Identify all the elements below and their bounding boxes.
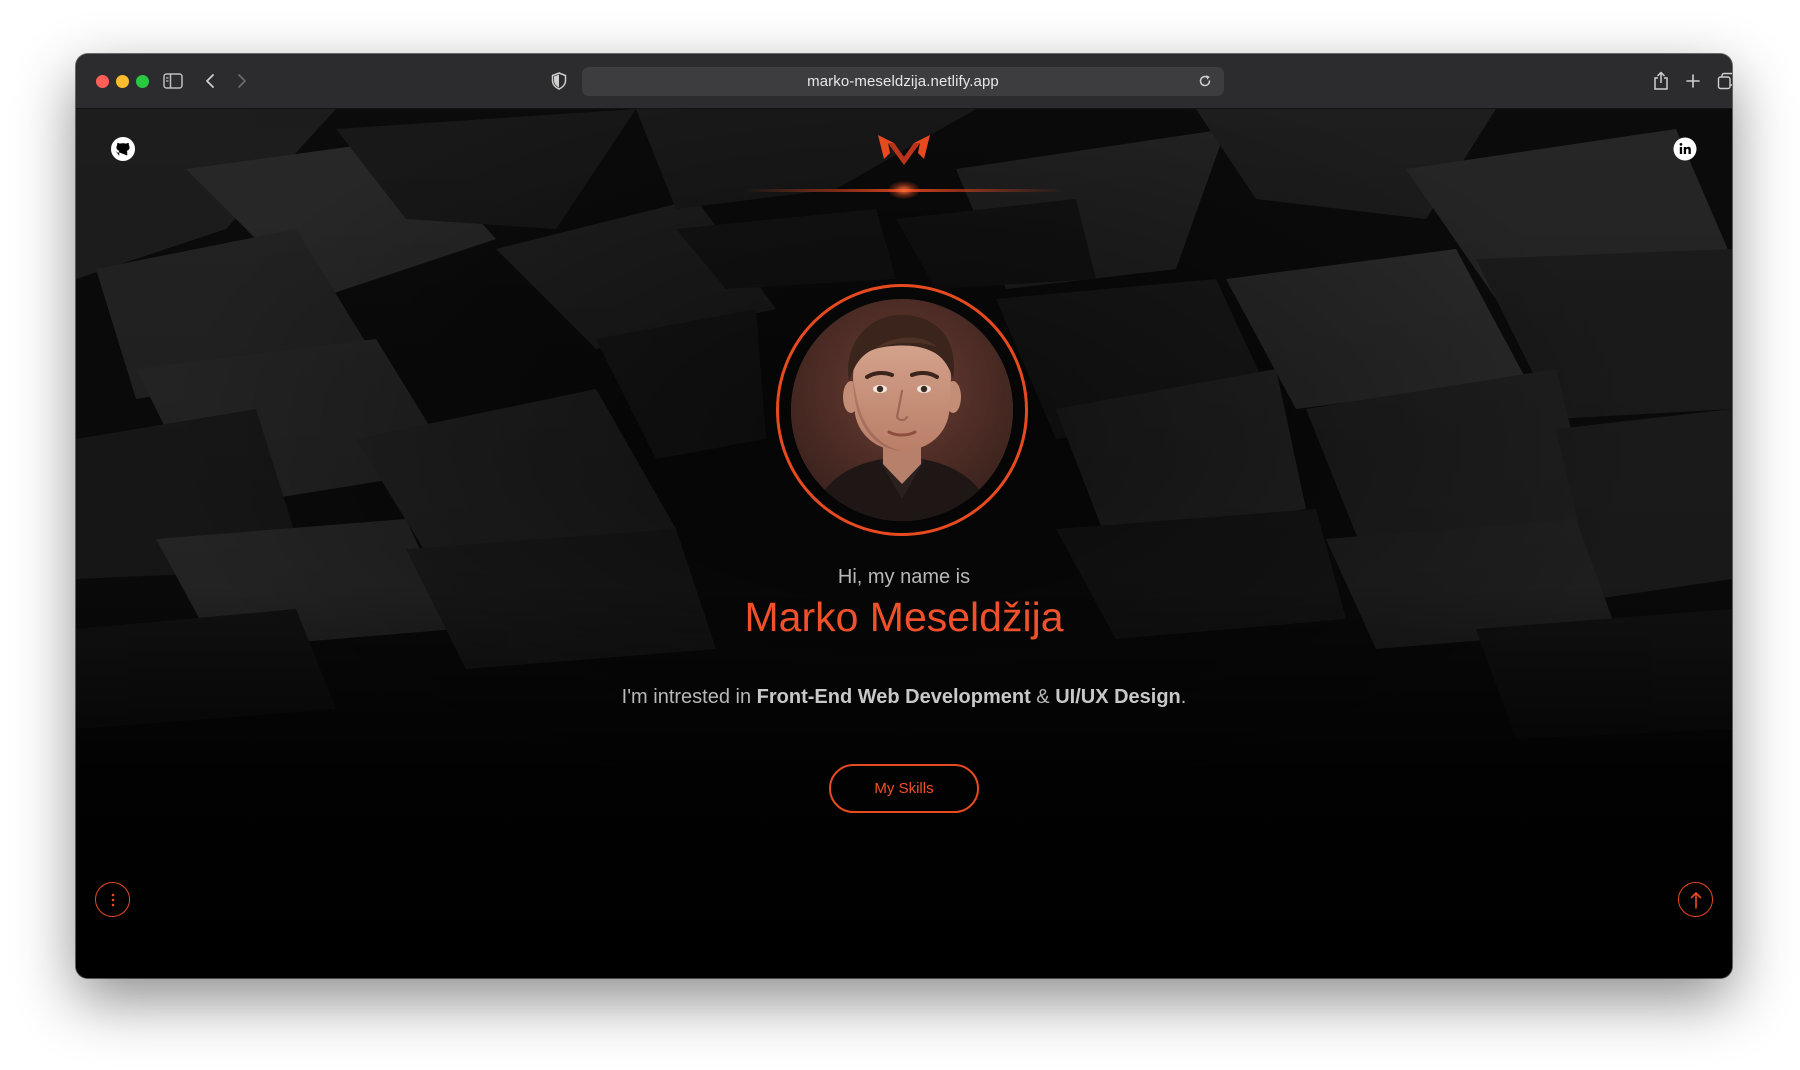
- polygon-background: [76, 109, 1732, 978]
- interest-join: &: [1030, 686, 1056, 708]
- interest-text: I'm intrested in Front-End Web Developme…: [76, 686, 1732, 709]
- zoom-window-button[interactable]: [136, 75, 149, 88]
- interest-suffix: .: [1180, 686, 1187, 708]
- vertical-dots-icon: [111, 893, 114, 906]
- reload-icon[interactable]: [1192, 69, 1218, 93]
- minimize-window-button[interactable]: [116, 75, 129, 88]
- share-icon[interactable]: [1648, 69, 1674, 93]
- linkedin-icon[interactable]: [1671, 135, 1699, 163]
- browser-toolbar: marko-meseldzija.netlify.app: [76, 54, 1732, 109]
- address-bar[interactable]: marko-meseldzija.netlify.app: [582, 67, 1224, 96]
- back-icon[interactable]: [197, 69, 223, 93]
- greeting-text: Hi, my name is: [837, 566, 971, 588]
- site-logo[interactable]: [874, 129, 934, 169]
- browser-window: marko-meseldzija.netlify.app Hi, my name…: [76, 54, 1732, 978]
- portfolio-page: Hi, my name is Marko Meseldžija I'm intr…: [76, 109, 1732, 978]
- logo-divider-glow: [888, 181, 920, 199]
- interest-ui-ux: UI/UX Design: [1055, 686, 1181, 708]
- sidebar-toggle-icon[interactable]: [160, 69, 186, 93]
- interest-front-end: Front-End Web Development: [756, 686, 1031, 708]
- github-icon[interactable]: [109, 135, 137, 163]
- new-tab-icon[interactable]: [1680, 69, 1706, 93]
- my-skills-button[interactable]: My Skills: [829, 764, 979, 813]
- profile-photo: [791, 299, 1013, 521]
- menu-button[interactable]: [95, 882, 130, 917]
- scroll-to-top-button[interactable]: [1678, 882, 1713, 917]
- tab-overview-icon[interactable]: [1713, 69, 1732, 93]
- profile-photo-ring: [776, 284, 1028, 536]
- url-text: marko-meseldzija.netlify.app: [807, 73, 999, 90]
- forward-icon[interactable]: [229, 69, 255, 93]
- interest-prefix: I'm intrested in: [621, 686, 757, 708]
- hero-name: Marko Meseldžija: [744, 594, 1064, 640]
- privacy-shield-icon[interactable]: [546, 69, 572, 93]
- arrow-up-icon: [1690, 891, 1701, 909]
- close-window-button[interactable]: [96, 75, 109, 88]
